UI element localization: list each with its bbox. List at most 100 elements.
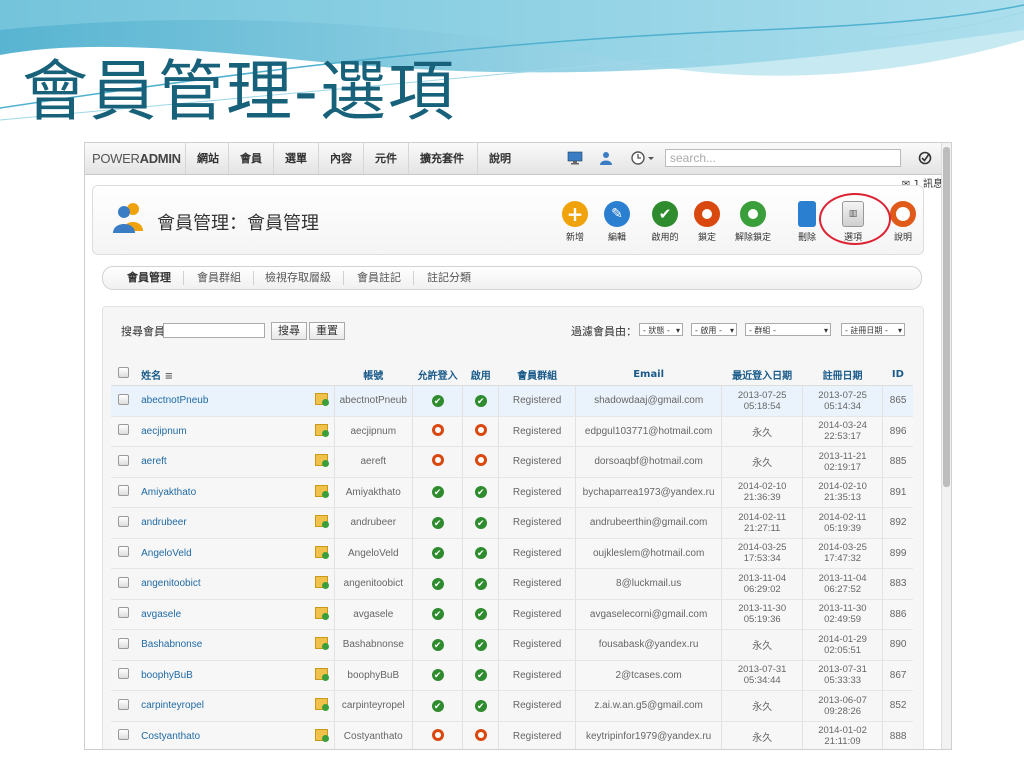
add-note-icon[interactable] xyxy=(315,728,330,742)
enabled-no-icon[interactable] xyxy=(474,423,487,436)
tab-note-categories[interactable]: 註記分類 xyxy=(415,271,483,285)
table-row[interactable]: aereft aereft Registered dorsoaqbf@hotmail.… xyxy=(111,446,913,478)
member-name-link[interactable]: aecjipnum xyxy=(135,416,310,447)
login-yes-icon[interactable]: ✔ xyxy=(431,699,444,712)
login-yes-icon[interactable]: ✔ xyxy=(431,638,444,651)
nav-item-content[interactable]: 內容 xyxy=(318,143,363,174)
add-note-icon[interactable] xyxy=(315,484,330,498)
add-note-cell[interactable] xyxy=(309,599,335,630)
login-yes-icon[interactable]: ✔ xyxy=(431,516,444,529)
member-name-link[interactable]: andrubeer xyxy=(135,507,310,539)
unblock-button[interactable]: 解除鎖定 xyxy=(731,201,775,243)
block-button[interactable]: 鎖定 xyxy=(685,201,729,243)
row-checkbox[interactable] xyxy=(111,721,136,749)
table-row[interactable]: aecjipnum aecjipnum Registered edpgul103771… xyxy=(111,416,913,447)
new-button[interactable]: + 新增 xyxy=(553,201,597,243)
add-note-cell[interactable] xyxy=(309,385,335,417)
add-note-icon[interactable] xyxy=(315,576,330,590)
enabled-yes-icon[interactable]: ✔ xyxy=(474,699,487,712)
nav-item-members[interactable]: 會員 xyxy=(228,143,273,174)
login-yes-icon[interactable]: ✔ xyxy=(431,669,444,682)
col-username[interactable]: 帳號 xyxy=(334,363,413,386)
table-row[interactable]: carpinteyropel carpinteyropel ✔ ✔ Registered… xyxy=(111,690,913,722)
login-yes-icon[interactable]: ✔ xyxy=(431,547,444,560)
reset-button[interactable]: 重置 xyxy=(309,322,345,340)
add-note-cell[interactable] xyxy=(309,690,335,722)
table-row[interactable]: boophyBuB boophyBuB ✔ ✔ Registered 2@tcases.c… xyxy=(111,660,913,691)
add-note-cell[interactable] xyxy=(309,629,335,661)
login-no-icon[interactable] xyxy=(431,728,444,741)
col-register-date[interactable]: 註冊日期 xyxy=(802,363,883,386)
tab-members[interactable]: 會員管理 xyxy=(115,271,184,285)
clock-dropdown-icon[interactable] xyxy=(631,151,657,165)
nav-item-site[interactable]: 網站 xyxy=(185,143,230,174)
enabled-yes-icon[interactable]: ✔ xyxy=(474,516,487,529)
logout-icon[interactable] xyxy=(917,151,933,165)
table-row[interactable]: Bashabnonse Bashabnonse ✔ ✔ Registered fousab… xyxy=(111,629,913,661)
nav-item-extensions[interactable]: 擴充套件 xyxy=(408,143,475,174)
add-note-cell[interactable] xyxy=(309,416,335,447)
add-note-icon[interactable] xyxy=(315,637,330,651)
enabled-yes-icon[interactable]: ✔ xyxy=(474,394,487,407)
active-select[interactable]: - 啟用 - xyxy=(691,323,737,337)
col-name[interactable]: 姓名 ≡ xyxy=(135,363,310,386)
nav-item-help[interactable]: 說明 xyxy=(477,143,522,174)
member-name-link[interactable]: angenitoobict xyxy=(135,568,310,600)
col-last-visit[interactable]: 最近登入日期 xyxy=(721,363,803,386)
nav-item-menus[interactable]: 選單 xyxy=(273,143,318,174)
table-row[interactable]: angenitoobict angenitoobict ✔ ✔ Registered 8@… xyxy=(111,568,913,600)
select-all-checkbox[interactable] xyxy=(111,363,136,386)
enabled-no-icon[interactable] xyxy=(474,728,487,741)
login-yes-icon[interactable]: ✔ xyxy=(431,577,444,590)
member-name-link[interactable]: Bashabnonse xyxy=(135,629,310,661)
member-name-link[interactable]: AngeloVeld xyxy=(135,538,310,569)
group-select[interactable]: - 群組 - xyxy=(745,323,831,337)
edit-button[interactable]: ✎ 編輯 xyxy=(595,201,639,243)
add-note-cell[interactable] xyxy=(309,660,335,691)
row-checkbox[interactable] xyxy=(111,629,136,661)
table-row[interactable]: avgasele avgasele ✔ ✔ Registered avgaselecorn… xyxy=(111,599,913,630)
search-button[interactable]: 搜尋 xyxy=(271,322,307,340)
search-members-input[interactable] xyxy=(163,323,265,338)
enabled-no-icon[interactable] xyxy=(474,454,487,467)
scrollbar[interactable] xyxy=(941,143,951,749)
member-name-link[interactable]: abectnotPneub xyxy=(135,385,310,417)
enabled-yes-icon[interactable]: ✔ xyxy=(474,608,487,621)
nav-item-components[interactable]: 元件 xyxy=(363,143,408,174)
login-yes-icon[interactable]: ✔ xyxy=(431,486,444,499)
login-no-icon[interactable] xyxy=(431,454,444,467)
add-note-icon[interactable] xyxy=(315,698,330,712)
member-name-link[interactable]: carpinteyropel xyxy=(135,690,310,722)
enabled-yes-icon[interactable]: ✔ xyxy=(474,577,487,590)
row-checkbox[interactable] xyxy=(111,507,136,539)
row-checkbox[interactable] xyxy=(111,568,136,600)
add-note-icon[interactable] xyxy=(315,606,330,620)
col-allow-login[interactable]: 允許登入 xyxy=(412,363,463,386)
add-note-cell[interactable] xyxy=(309,721,335,749)
scrollbar-thumb[interactable] xyxy=(943,147,950,487)
add-note-icon[interactable] xyxy=(315,454,330,468)
member-name-link[interactable]: aereft xyxy=(135,446,310,478)
add-note-cell[interactable] xyxy=(309,568,335,600)
row-checkbox[interactable] xyxy=(111,660,136,691)
add-note-cell[interactable] xyxy=(309,446,335,478)
enabled-yes-icon[interactable]: ✔ xyxy=(474,547,487,560)
row-checkbox[interactable] xyxy=(111,599,136,630)
member-name-link[interactable]: Costyanthato xyxy=(135,721,310,749)
member-name-link[interactable]: Amiyakthato xyxy=(135,477,310,508)
member-name-link[interactable]: avgasele xyxy=(135,599,310,630)
login-yes-icon[interactable]: ✔ xyxy=(431,608,444,621)
add-note-icon[interactable] xyxy=(315,423,330,437)
activate-button[interactable]: ✔ 啟用的 xyxy=(643,201,687,243)
enabled-yes-icon[interactable]: ✔ xyxy=(474,486,487,499)
tab-access-levels[interactable]: 檢視存取層級 xyxy=(253,271,344,285)
user-icon[interactable] xyxy=(598,151,614,165)
col-enabled[interactable]: 啟用 xyxy=(462,363,499,386)
col-group[interactable]: 會員群組 xyxy=(498,363,576,386)
row-checkbox[interactable] xyxy=(111,385,136,417)
monitor-icon[interactable] xyxy=(567,151,583,165)
enabled-yes-icon[interactable]: ✔ xyxy=(474,669,487,682)
row-checkbox[interactable] xyxy=(111,446,136,478)
state-select[interactable]: - 狀態 - xyxy=(639,323,683,337)
table-row[interactable]: abectnotPneub abectnotPneub ✔ ✔ Registered sh… xyxy=(111,385,913,417)
